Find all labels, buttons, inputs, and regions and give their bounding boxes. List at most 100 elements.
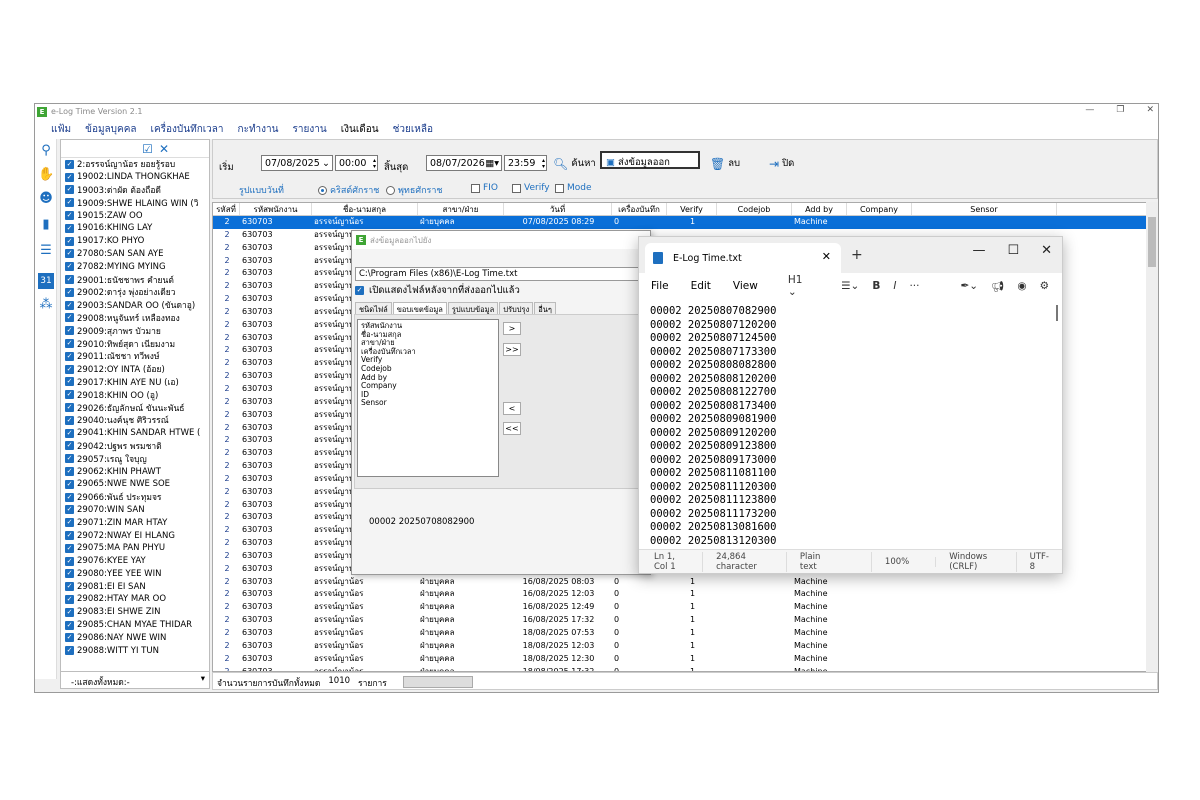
checkbox-checked-icon[interactable]: ✓: [65, 326, 74, 336]
employee-item[interactable]: ✓ 29085:CHAN MYAE THIDAR: [61, 619, 209, 632]
checkbox-checked-icon[interactable]: ✓: [65, 211, 74, 221]
employee-item[interactable]: ✓ 29071:ZIN MAR HTAY: [61, 516, 209, 529]
add-field-button[interactable]: >: [503, 322, 521, 335]
employee-item[interactable]: ✓ 29086:NAY NWE WIN: [61, 631, 209, 644]
notepad-tab[interactable]: E-Log Time.txt ✕: [645, 243, 841, 273]
table-row[interactable]: 2 630703 อรรจน์ญาน้อร ฝ่ายบุคคล 16/08/2025 1…: [213, 614, 1157, 627]
table-row[interactable]: 2 630703 อรรจน์ญาน้อร ฝ่ายบุคคล 18/08/2025 1…: [213, 640, 1157, 653]
employee-item[interactable]: ✓ 19009:SHWE HLAING WIN (วิ: [61, 196, 209, 209]
checkbox-checked-icon[interactable]: ✓: [65, 377, 74, 387]
checkbox-checked-icon[interactable]: ✓: [65, 390, 74, 400]
close-button[interactable]: ⇥ ปิด: [769, 156, 794, 171]
employee-item[interactable]: ✓ 29042:ปฐพร พรมชาติ: [61, 440, 209, 453]
megaphone-icon[interactable]: 📢︎: [991, 280, 1004, 293]
checkbox-checked-icon[interactable]: ✓: [65, 607, 74, 617]
employee-item[interactable]: ✓ 29072:NWAY EI HLANG: [61, 529, 209, 542]
bold-button[interactable]: B: [872, 280, 880, 292]
employee-item[interactable]: ✓ 29009:สุภาพร บัวมาย: [61, 324, 209, 337]
table-row[interactable]: 2 630703 อรรจน์ญาน้อร ฝ่ายบุคคล 16/08/2025 1…: [213, 601, 1157, 614]
employee-item[interactable]: ✓ 29041:KHIN SANDAR HTWE (: [61, 427, 209, 440]
field-option[interactable]: Company: [361, 382, 495, 391]
employee-item[interactable]: ✓ 29062:KHIN PHAWT: [61, 465, 209, 478]
heading-dropdown[interactable]: H1 ⌄: [788, 274, 828, 298]
employee-item[interactable]: ✓ 29010:ทิพย์สุดา เนียมงาม: [61, 337, 209, 350]
close-tab-icon[interactable]: ✕: [822, 250, 831, 263]
employee-item[interactable]: ✓ 29088:WITT YI TUN: [61, 644, 209, 657]
employee-item[interactable]: ✓ 29001:ธนัชชาพร คำยนต์: [61, 273, 209, 286]
employee-item[interactable]: ✓ 29057:เรณู ใจบุญ: [61, 452, 209, 465]
checkbox-checked-icon[interactable]: ✓: [65, 492, 74, 502]
new-tab-icon[interactable]: +: [851, 247, 863, 263]
bar-chart-icon[interactable]: ▮: [38, 217, 54, 233]
employee-item[interactable]: ✓ 29012:OY INTA (อ้อย): [61, 363, 209, 376]
employee-item[interactable]: ✓ 29002:ดารุ่ง พุ่งอย่างเดียว: [61, 286, 209, 299]
export-button[interactable]: ▣ ส่งข้อมูลออก: [600, 151, 700, 169]
checkbox-checked-icon[interactable]: ✓: [65, 620, 74, 630]
plug-icon[interactable]: ⚲: [38, 143, 54, 159]
menu-item[interactable]: รายงาน: [293, 122, 327, 137]
rewrite-icon[interactable]: ✒⌄: [960, 280, 978, 292]
table-row[interactable]: 2 630703 อรรจน์ญาน้อร ฝ่ายบุคคล 16/08/2025 0…: [213, 576, 1157, 589]
handshake-icon[interactable]: ✋: [38, 167, 54, 183]
menu-view[interactable]: View: [733, 280, 758, 292]
checkbox-checked-icon[interactable]: ✓: [65, 351, 74, 361]
end-time-input[interactable]: 23:59 ▴ ▾: [504, 155, 547, 171]
checkbox-checked-icon[interactable]: ✓: [65, 339, 74, 349]
calendar-icon[interactable]: 31: [38, 273, 54, 289]
checkbox-checked-icon[interactable]: ✓: [65, 313, 74, 323]
table-row[interactable]: 2 630703 อรรจน์ญาน้อร ฝ่ายบุคคล 18/08/2025 0…: [213, 627, 1157, 640]
scroll-thumb[interactable]: [1148, 217, 1156, 267]
employee-item[interactable]: ✓ 29026:ธัญลักษณ์ ขันนะพันธ์: [61, 401, 209, 414]
employee-item[interactable]: ✓ 29081:EI EI SAN: [61, 580, 209, 593]
menu-item[interactable]: ข้อมูลบุคคล: [85, 122, 136, 137]
checkbox-checked-icon[interactable]: ✓: [65, 415, 74, 425]
employee-item[interactable]: ✓ 29011:ณัชชา ทวีพงษ์: [61, 350, 209, 363]
checkbox-checked-icon[interactable]: ✓: [65, 633, 74, 643]
employee-item[interactable]: ✓ 19003:ด่าผัด ต้องถือดี: [61, 184, 209, 197]
checkbox-checked-icon[interactable]: ✓: [65, 531, 74, 540]
menu-item[interactable]: แฟ้ม: [51, 122, 71, 137]
start-time-input[interactable]: 00:00 ▴ ▾: [335, 155, 378, 171]
employee-item[interactable]: ✓ 2:อรรจน์ญาน้อร ยอยรู้รอบ: [61, 158, 209, 171]
checkbox-checked-icon[interactable]: ✓: [65, 364, 74, 374]
checkbox-checked-icon[interactable]: ✓: [65, 441, 74, 451]
column-header[interactable]: เครื่องบันทึก: [612, 203, 667, 215]
close-icon[interactable]: ✕: [1146, 105, 1154, 115]
start-date-picker[interactable]: 07/08/2025 ⌄: [261, 155, 333, 171]
checkbox-checked-icon[interactable]: ✓: [65, 223, 74, 233]
menu-item[interactable]: กะทำงาน: [238, 122, 279, 137]
account-icon[interactable]: ◉: [1017, 280, 1026, 292]
clear-selection-icon[interactable]: ✕: [159, 142, 169, 156]
close-icon[interactable]: ✕: [1041, 243, 1052, 258]
employee-item[interactable]: ✓ 29065:NWE NWE SOE: [61, 478, 209, 491]
employee-item[interactable]: ✓ 29075:MA PAN PHYU: [61, 542, 209, 555]
column-header[interactable]: Codejob: [717, 203, 792, 215]
employee-item[interactable]: ✓ 29066:พันธ์ ประทุมจร: [61, 491, 209, 504]
employee-item[interactable]: ✓ 19015:ZAW OO: [61, 209, 209, 222]
column-header[interactable]: สาขา/ฝ่าย: [418, 203, 504, 215]
checkbox-checked-icon[interactable]: ✓: [65, 262, 74, 272]
checkbox-checked-icon[interactable]: ✓: [65, 275, 74, 285]
employee-item[interactable]: ✓ 29080:YEE YEE WIN: [61, 568, 209, 581]
notepad-scroll-indicator[interactable]: [1056, 305, 1058, 321]
report-icon[interactable]: ☰: [38, 243, 54, 259]
employee-item[interactable]: ✓ 27082:MYING MYING: [61, 260, 209, 273]
minimize-icon[interactable]: —: [1085, 105, 1094, 115]
table-row[interactable]: 2 630703 อรรจน์ญาน้อร ฝ่ายบุคคล 16/08/2025 1…: [213, 588, 1157, 601]
remove-all-fields-button[interactable]: <<: [503, 422, 521, 435]
column-header[interactable]: ชื่อ-นามสกุล: [312, 203, 418, 215]
checkbox-checked-icon[interactable]: ✓: [65, 185, 74, 195]
column-header[interactable]: Sensor: [912, 203, 1057, 215]
employee-item[interactable]: ✓ 27080:SAN SAN AYE: [61, 248, 209, 261]
more-options-button[interactable]: ···: [909, 280, 919, 292]
employee-item[interactable]: ✓ 29082:HTAY MAR OO: [61, 593, 209, 606]
menu-item[interactable]: เครื่องบันทึกเวลา: [151, 122, 224, 137]
checkbox-checked-icon[interactable]: ✓: [65, 454, 74, 464]
open-after-export-checkbox[interactable]: ✓ เปิดแสดงไฟล์หลังจากที่ส่งออกไปแล้ว: [355, 283, 520, 298]
column-header[interactable]: รหัสพนักงาน: [240, 203, 312, 215]
checkbox-checked-icon[interactable]: ✓: [65, 403, 74, 413]
radio-buddhist[interactable]: พุทธศักราช: [386, 183, 443, 197]
fio-checkbox[interactable]: FIO: [471, 183, 498, 193]
checkbox-checked-icon[interactable]: ✓: [65, 479, 74, 489]
employee-item[interactable]: ✓ 29008:หนูจันทร์ เหลืองทอง: [61, 312, 209, 325]
